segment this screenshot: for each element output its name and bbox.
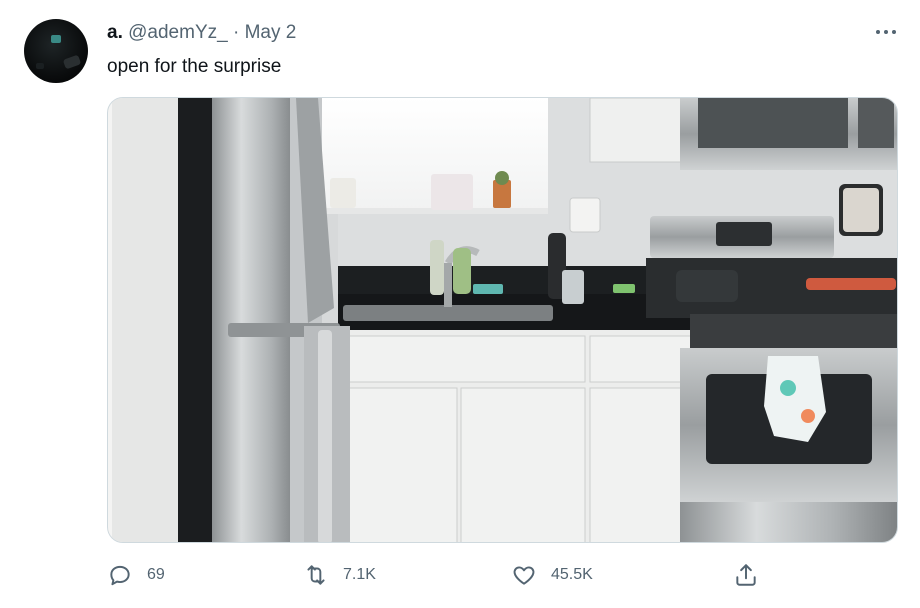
tweet-media-photo[interactable] (107, 97, 898, 543)
tweet-date[interactable]: May 2 (245, 22, 297, 43)
tweet: a. @ademYz_ · May 2 open for the surpris… (0, 0, 920, 608)
reply-count: 69 (147, 566, 165, 583)
author-handle[interactable]: @ademYz_ (128, 22, 228, 43)
reply-icon (110, 565, 130, 586)
reply-button[interactable]: 69 (107, 560, 165, 590)
like-button[interactable]: 45.5K (511, 560, 593, 590)
tweet-header: a. @ademYz_ · May 2 (107, 22, 296, 44)
like-count: 45.5K (551, 566, 593, 583)
author-name[interactable]: a. (107, 22, 123, 43)
more-icon[interactable] (873, 22, 899, 42)
share-icon (736, 564, 756, 586)
share-button[interactable] (733, 560, 759, 590)
tweet-text: open for the surprise (107, 56, 282, 77)
retweet-icon (307, 565, 325, 585)
avatar[interactable] (24, 19, 88, 83)
retweet-button[interactable]: 7.1K (303, 560, 376, 590)
kitchen-photo (108, 98, 897, 542)
retweet-count: 7.1K (343, 566, 376, 583)
heart-icon (513, 566, 535, 585)
tweet-actions: 69 7.1K 45.5K (107, 560, 757, 590)
header-separator: · (232, 22, 240, 43)
